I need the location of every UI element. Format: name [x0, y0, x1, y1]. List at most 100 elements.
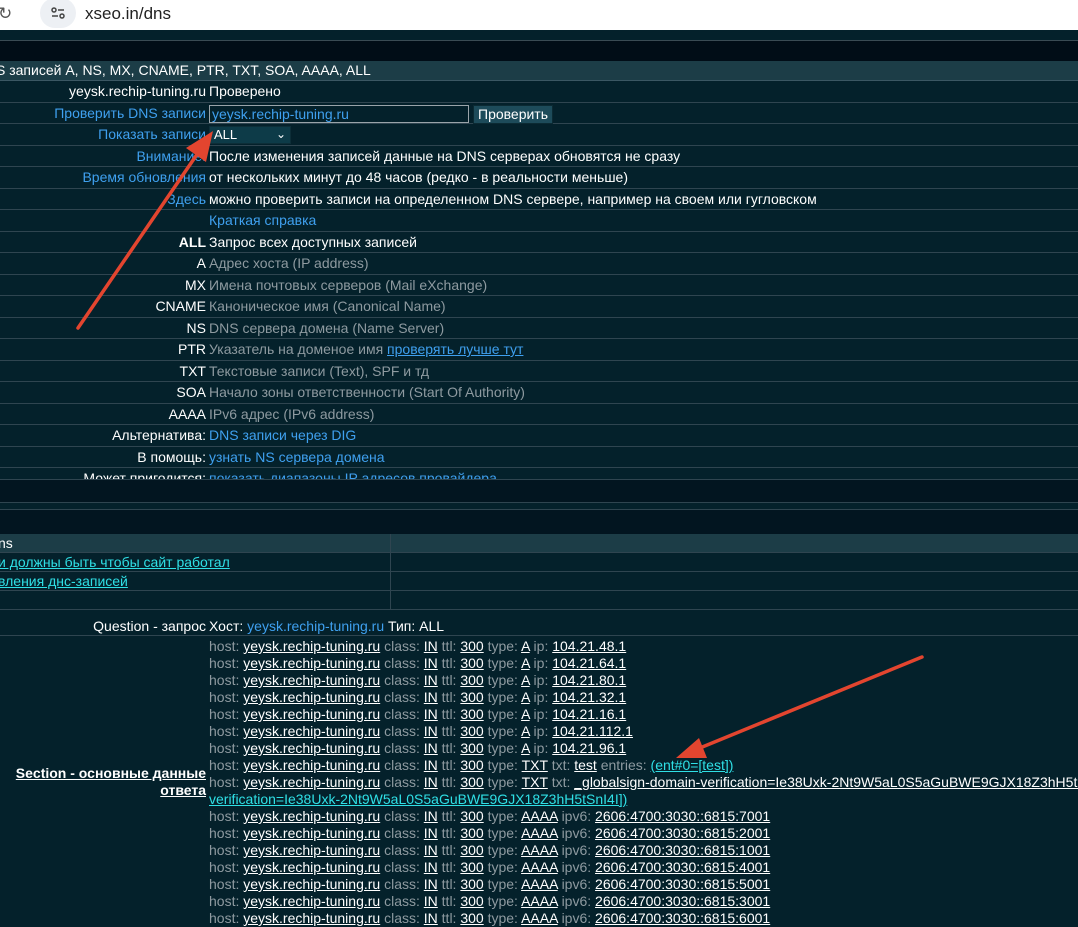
record-type[interactable]: AAAA [521, 859, 558, 875]
record-ttl[interactable]: 300 [460, 774, 483, 790]
record-type[interactable]: A [521, 723, 530, 739]
record-ip[interactable]: 104.21.16.1 [552, 706, 626, 722]
record-class[interactable]: IN [424, 893, 438, 909]
record-ipv6[interactable]: 2606:4700:3030::6815:2001 [595, 825, 770, 841]
record-ip[interactable]: 104.21.48.1 [552, 638, 626, 654]
record-class[interactable]: IN [424, 825, 438, 841]
reload-icon[interactable]: ↻ [0, 4, 12, 24]
record-host[interactable]: yeysk.rechip-tuning.ru [243, 723, 380, 739]
record-type[interactable]: A [521, 706, 530, 722]
ipv6-key: ipv6: [561, 825, 592, 841]
record-ttl[interactable]: 300 [460, 672, 483, 688]
record-class[interactable]: IN [424, 910, 438, 926]
record-type[interactable]: A [521, 672, 530, 688]
record-ttl[interactable]: 300 [460, 842, 483, 858]
record-ttl[interactable]: 300 [460, 825, 483, 841]
record-ipv6[interactable]: 2606:4700:3030::6815:4001 [595, 859, 770, 875]
ttl-key: ttl: [441, 723, 457, 739]
site-info-icon[interactable] [40, 0, 76, 28]
record-ttl[interactable]: 300 [460, 689, 483, 705]
record-ttl[interactable]: 300 [460, 655, 483, 671]
record-type[interactable]: AAAA [521, 842, 558, 858]
record-type[interactable]: AAAA [521, 910, 558, 926]
record-ipv6[interactable]: 2606:4700:3030::6815:6001 [595, 910, 770, 926]
record-host[interactable]: yeysk.rechip-tuning.ru [243, 774, 380, 790]
record-ttl[interactable]: 300 [460, 740, 483, 756]
record-type[interactable]: AAAA [521, 808, 558, 824]
url-field[interactable]: xseo.in/dns [85, 4, 171, 24]
help-link[interactable]: Краткая справка [209, 212, 316, 228]
record-ttl[interactable]: 300 [460, 638, 483, 654]
record-class[interactable]: IN [424, 672, 438, 688]
answer-section-label[interactable]: Section - основные данные ответа [0, 765, 206, 799]
record-type[interactable]: A [521, 740, 530, 756]
domain-input[interactable]: yeysk.rechip-tuning.ru [209, 104, 469, 123]
record-entries[interactable]: verification=Ie38Uxk-2Nt9W5aL0S5aGuBWE9G… [209, 791, 627, 807]
record-host[interactable]: yeysk.rechip-tuning.ru [243, 825, 380, 841]
record-ip[interactable]: 104.21.64.1 [552, 655, 626, 671]
record-ttl[interactable]: 300 [460, 859, 483, 875]
record-entries[interactable]: (ent#0=[test]) [651, 757, 734, 773]
page-title: S записей A, NS, MX, CNAME, PTR, TXT, SO… [0, 62, 371, 78]
record-class[interactable]: IN [424, 757, 438, 773]
record-type[interactable]: AAAA [521, 825, 558, 841]
record-class[interactable]: IN [424, 842, 438, 858]
record-class[interactable]: IN [424, 655, 438, 671]
ptr-check-link[interactable]: проверять лучше тут [387, 341, 523, 357]
record-ttl[interactable]: 300 [460, 723, 483, 739]
info-value: от нескольких минут до 48 часов (редко -… [209, 169, 629, 185]
record-ttl[interactable]: 300 [460, 706, 483, 722]
required-records-link[interactable]: и должны быть чтобы сайт работал [0, 554, 230, 570]
record-ipv6[interactable]: 2606:4700:3030::6815:3001 [595, 893, 770, 909]
record-ttl[interactable]: 300 [460, 808, 483, 824]
record-ip[interactable]: 104.21.32.1 [552, 689, 626, 705]
record-ipv6[interactable]: 2606:4700:3030::6815:5001 [595, 876, 770, 892]
record-host[interactable]: yeysk.rechip-tuning.ru [243, 842, 380, 858]
record-type[interactable]: TXT [522, 757, 548, 773]
record-host[interactable]: yeysk.rechip-tuning.ru [243, 910, 380, 926]
record-host[interactable]: yeysk.rechip-tuning.ru [243, 876, 380, 892]
record-class[interactable]: IN [424, 706, 438, 722]
record-type[interactable]: A [521, 638, 530, 654]
record-class[interactable]: IN [424, 859, 438, 875]
dig-link[interactable]: DNS записи через DIG [209, 427, 356, 443]
record-type[interactable]: TXT [522, 774, 548, 790]
record-host[interactable]: yeysk.rechip-tuning.ru [243, 808, 380, 824]
record-host[interactable]: yeysk.rechip-tuning.ru [243, 706, 380, 722]
record-ipv6[interactable]: 2606:4700:3030::6815:1001 [595, 842, 770, 858]
record-host[interactable]: yeysk.rechip-tuning.ru [243, 672, 380, 688]
record-host[interactable]: yeysk.rechip-tuning.ru [243, 655, 380, 671]
record-class[interactable]: IN [424, 808, 438, 824]
record-class[interactable]: IN [424, 638, 438, 654]
record-ttl[interactable]: 300 [460, 757, 483, 773]
record-type[interactable]: A [521, 655, 530, 671]
update-records-link[interactable]: вления днс-записей [0, 573, 128, 589]
ns-link[interactable]: узнать NS сервера домена [209, 449, 385, 465]
record-type[interactable]: AAAA [521, 893, 558, 909]
record-class[interactable]: IN [424, 740, 438, 756]
record-class[interactable]: IN [424, 689, 438, 705]
record-class[interactable]: IN [424, 774, 438, 790]
check-button[interactable]: Проверить [473, 104, 554, 124]
record-host[interactable]: yeysk.rechip-tuning.ru [243, 740, 380, 756]
record-ttl[interactable]: 300 [460, 910, 483, 926]
record-class[interactable]: IN [424, 876, 438, 892]
record-type-select[interactable]: ALL ⌄ [209, 126, 291, 144]
record-ipv6[interactable]: 2606:4700:3030::6815:7001 [595, 808, 770, 824]
here-link[interactable]: Здесь [167, 191, 206, 207]
record-class[interactable]: IN [424, 723, 438, 739]
record-ip[interactable]: 104.21.80.1 [552, 672, 626, 688]
record-ip[interactable]: 104.21.96.1 [552, 740, 626, 756]
record-host[interactable]: yeysk.rechip-tuning.ru [243, 859, 380, 875]
record-host[interactable]: yeysk.rechip-tuning.ru [243, 757, 380, 773]
record-txt[interactable]: _globalsign-domain-verification=Ie38Uxk-… [574, 774, 1078, 790]
record-ip[interactable]: 104.21.112.1 [552, 723, 633, 739]
record-type[interactable]: AAAA [521, 876, 558, 892]
record-host[interactable]: yeysk.rechip-tuning.ru [243, 893, 380, 909]
record-txt[interactable]: test [574, 757, 597, 773]
record-host[interactable]: yeysk.rechip-tuning.ru [243, 638, 380, 654]
record-ttl[interactable]: 300 [460, 893, 483, 909]
record-type[interactable]: A [521, 689, 530, 705]
record-ttl[interactable]: 300 [460, 876, 483, 892]
record-host[interactable]: yeysk.rechip-tuning.ru [243, 689, 380, 705]
